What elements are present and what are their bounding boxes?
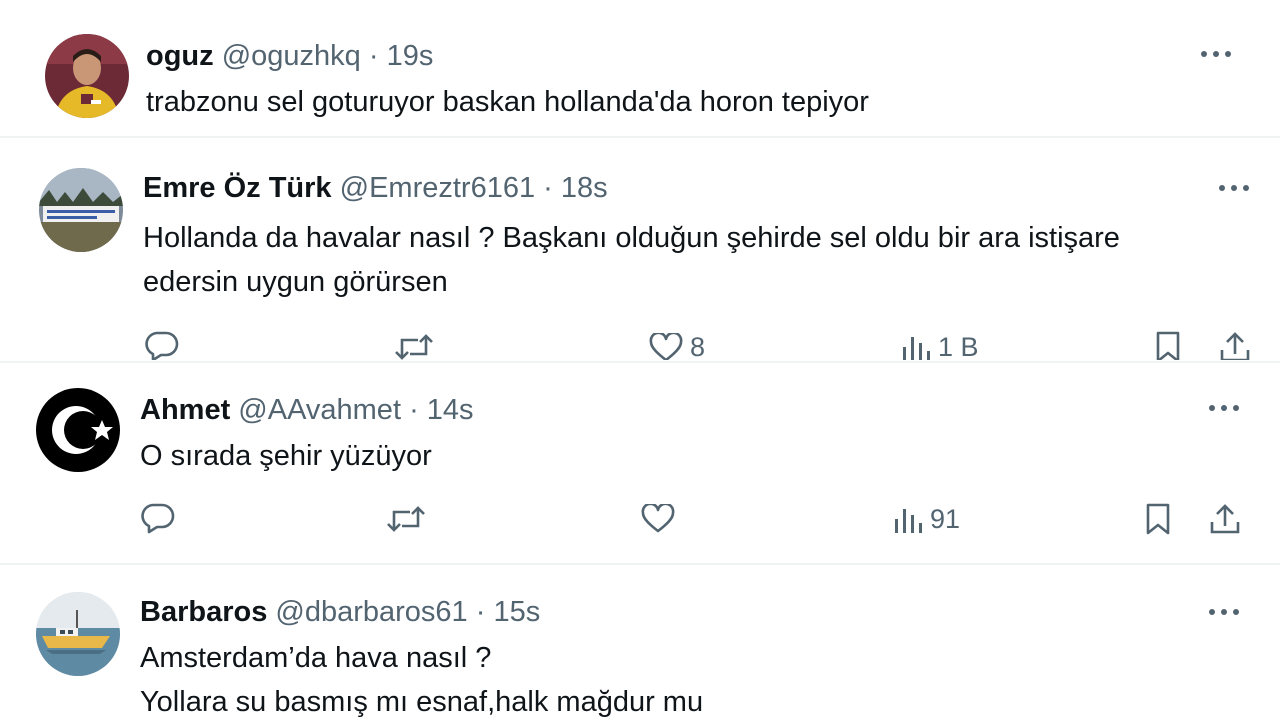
view-count: 1 B xyxy=(938,332,979,360)
like-button[interactable] xyxy=(640,504,682,534)
tweet-text: O sırada şehir yüzüyor xyxy=(140,434,432,478)
user-handle[interactable]: @oguzhkq xyxy=(222,40,361,72)
bookmark-icon xyxy=(1156,331,1180,360)
avatar[interactable] xyxy=(45,34,129,118)
separator: · xyxy=(475,596,486,628)
tweet-line: Hollanda da havalar nasıl ? Başkanı oldu… xyxy=(143,222,1120,254)
separator: · xyxy=(368,40,379,72)
heart-icon xyxy=(641,504,675,533)
tweet-text: trabzonu sel goturuyor baskan hollanda'd… xyxy=(146,80,869,124)
avatar[interactable] xyxy=(36,592,120,676)
more-options-button[interactable] xyxy=(1204,398,1244,418)
retweet-icon xyxy=(387,506,425,532)
more-icon xyxy=(1201,51,1231,57)
tweet-line: Amsterdam’da hava nasıl ? xyxy=(140,642,492,674)
share-icon xyxy=(1210,504,1240,534)
views-icon xyxy=(903,336,930,360)
display-name[interactable]: oguz xyxy=(146,40,214,72)
tweet-line: edersin uygun görürsen xyxy=(143,266,448,298)
view-count: 91 xyxy=(930,504,961,534)
views-button[interactable]: 1 B xyxy=(900,332,979,360)
like-count: 8 xyxy=(690,332,706,360)
retweet-icon xyxy=(395,334,433,360)
share-button[interactable] xyxy=(1218,330,1252,360)
views-icon xyxy=(895,508,922,533)
tweet-header: Emre Öz Türk @Emreztr6161 · 18s xyxy=(143,170,608,206)
retweet-button[interactable] xyxy=(394,332,434,360)
bookmark-button[interactable] xyxy=(1144,502,1172,536)
avatar[interactable] xyxy=(39,168,123,252)
tweet-oguz[interactable]: oguz @oguzhkq · 19s trabzonu sel goturuy… xyxy=(8,8,1268,134)
user-handle[interactable]: @AAvahmet xyxy=(238,394,401,426)
bookmark-button[interactable] xyxy=(1154,330,1182,360)
separator: · xyxy=(543,172,553,204)
display-name[interactable]: Barbaros xyxy=(140,596,267,628)
tweet-header: oguz @oguzhkq · 19s xyxy=(146,38,433,74)
heart-icon xyxy=(649,332,683,360)
views-button[interactable]: 91 xyxy=(892,504,960,535)
divider xyxy=(0,136,1280,138)
tweet-text: Amsterdam’da hava nasıl ? Yollara su bas… xyxy=(140,636,703,720)
bookmark-icon xyxy=(1146,503,1170,535)
separator: · xyxy=(409,394,419,426)
more-options-button[interactable] xyxy=(1204,602,1244,622)
retweet-button[interactable] xyxy=(386,504,426,534)
crescent-star-icon xyxy=(36,388,120,472)
tweet-line: Yollara su basmış mı esnaf,halk mağdur m… xyxy=(140,686,704,718)
profile-photo-player xyxy=(45,34,129,118)
share-icon xyxy=(1220,332,1250,360)
tweet-line: trabzonu sel goturuyor baskan hollanda'd… xyxy=(146,86,869,118)
timestamp[interactable]: 18s xyxy=(561,172,608,204)
user-handle[interactable]: @dbarbaros61 xyxy=(275,596,467,628)
more-options-button[interactable] xyxy=(1196,44,1236,64)
tweet-ahmet[interactable]: Ahmet @AAvahmet · 14s O sırada şehir yüz… xyxy=(0,364,1280,562)
more-options-button[interactable] xyxy=(1214,178,1254,198)
more-icon xyxy=(1219,185,1249,191)
reply-button[interactable] xyxy=(144,330,180,360)
display-name[interactable]: Emre Öz Türk xyxy=(143,172,332,204)
tweet-emre[interactable]: Emre Öz Türk @Emreztr6161 · 18s Hollanda… xyxy=(4,142,1280,360)
reply-icon xyxy=(141,503,175,534)
like-button[interactable]: 8 xyxy=(648,332,705,360)
more-icon xyxy=(1209,609,1239,615)
more-icon xyxy=(1209,405,1239,411)
profile-photo-banner xyxy=(39,168,123,252)
tweet-header: Barbaros @dbarbaros61 · 15s xyxy=(140,594,540,630)
reply-button[interactable] xyxy=(140,502,176,534)
profile-photo-boat xyxy=(36,592,120,676)
tweet-header: Ahmet @AAvahmet · 14s xyxy=(140,392,474,428)
display-name[interactable]: Ahmet xyxy=(140,394,230,426)
share-button[interactable] xyxy=(1208,502,1242,536)
timestamp[interactable]: 15s xyxy=(493,596,540,628)
timestamp[interactable]: 19s xyxy=(387,40,434,72)
tweet-line: O sırada şehir yüzüyor xyxy=(140,440,432,472)
avatar[interactable] xyxy=(36,388,120,472)
user-handle[interactable]: @Emreztr6161 xyxy=(340,172,535,204)
reply-icon xyxy=(145,331,179,360)
tweet-barbaros[interactable]: Barbaros @dbarbaros61 · 15s Amsterdam’da… xyxy=(0,566,1280,720)
timestamp[interactable]: 14s xyxy=(427,394,474,426)
divider xyxy=(0,563,1280,565)
tweet-text: Hollanda da havalar nasıl ? Başkanı oldu… xyxy=(143,216,1120,304)
divider xyxy=(0,361,1280,363)
